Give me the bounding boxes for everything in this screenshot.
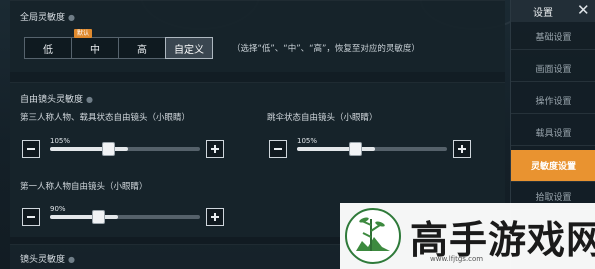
sidebar-header: 设置 ✕: [511, 0, 595, 22]
slider-fill: [297, 147, 375, 151]
first-person-decrease-button[interactable]: [22, 208, 40, 226]
third-person-decrease-button[interactable]: [22, 140, 40, 158]
parachute-increase-button[interactable]: [453, 140, 471, 158]
bamboo-logo-icon: [345, 208, 401, 264]
sidebar-title: 设置: [533, 8, 553, 19]
parachute-value: 105%: [297, 137, 318, 145]
sensitivity-preset-group: 低 默认 中 高 自定义: [24, 29, 213, 59]
section-title: 镜头灵敏度 ●: [20, 255, 75, 265]
slider-knob[interactable]: [349, 142, 362, 156]
preset-hint: （选择“低”、“中”、“高”，恢复至对应的灵敏度）: [232, 44, 420, 54]
preset-custom-button[interactable]: 自定义: [165, 37, 213, 59]
parachute-slider-label: 跳伞状态自由镜头（小眼睛）: [267, 113, 378, 123]
first-person-slider[interactable]: [50, 210, 200, 224]
preset-medium-button[interactable]: 默认 中: [71, 29, 119, 59]
first-person-value: 90%: [50, 205, 66, 213]
parachute-decrease-button[interactable]: [269, 140, 287, 158]
third-person-slider[interactable]: [50, 142, 200, 156]
slider-knob[interactable]: [102, 142, 115, 156]
sidebar-item-vehicle[interactable]: 载具设置: [511, 120, 595, 146]
third-person-value: 105%: [50, 137, 71, 145]
preset-high-button[interactable]: 高: [118, 37, 166, 59]
close-icon[interactable]: ✕: [577, 1, 590, 19]
first-person-increase-button[interactable]: [206, 208, 224, 226]
third-person-increase-button[interactable]: [206, 140, 224, 158]
slider-fill: [50, 215, 118, 219]
first-person-slider-label: 第一人称人物自由镜头（小眼睛）: [20, 182, 148, 192]
sidebar-item-graphics[interactable]: 画面设置: [511, 56, 595, 82]
sidebar-item-controls[interactable]: 操作设置: [511, 88, 595, 114]
preset-low-button[interactable]: 低: [24, 37, 72, 59]
third-person-slider-label: 第三人称人物、载具状态自由镜头（小眼睛）: [20, 113, 191, 123]
slider-knob[interactable]: [92, 210, 105, 224]
slider-fill: [50, 147, 128, 151]
section-title: 自由镜头灵敏度 ●: [20, 95, 93, 105]
watermark-url: www.lfjtgs.com: [430, 255, 484, 263]
watermark: 高手游戏网 www.lfjtgs.com: [340, 203, 595, 269]
default-badge: 默认: [74, 29, 93, 38]
parachute-slider[interactable]: [297, 142, 447, 156]
sidebar-item-sensitivity[interactable]: 灵敏度设置: [511, 150, 595, 182]
section-title: 全局灵敏度 ●: [20, 13, 75, 23]
sidebar-item-basic[interactable]: 基础设置: [511, 24, 595, 50]
global-sensitivity-section: 全局灵敏度 ● 低 默认 中 高 自定义 （选择“低”、“中”、“高”，恢复至对应…: [10, 0, 505, 72]
